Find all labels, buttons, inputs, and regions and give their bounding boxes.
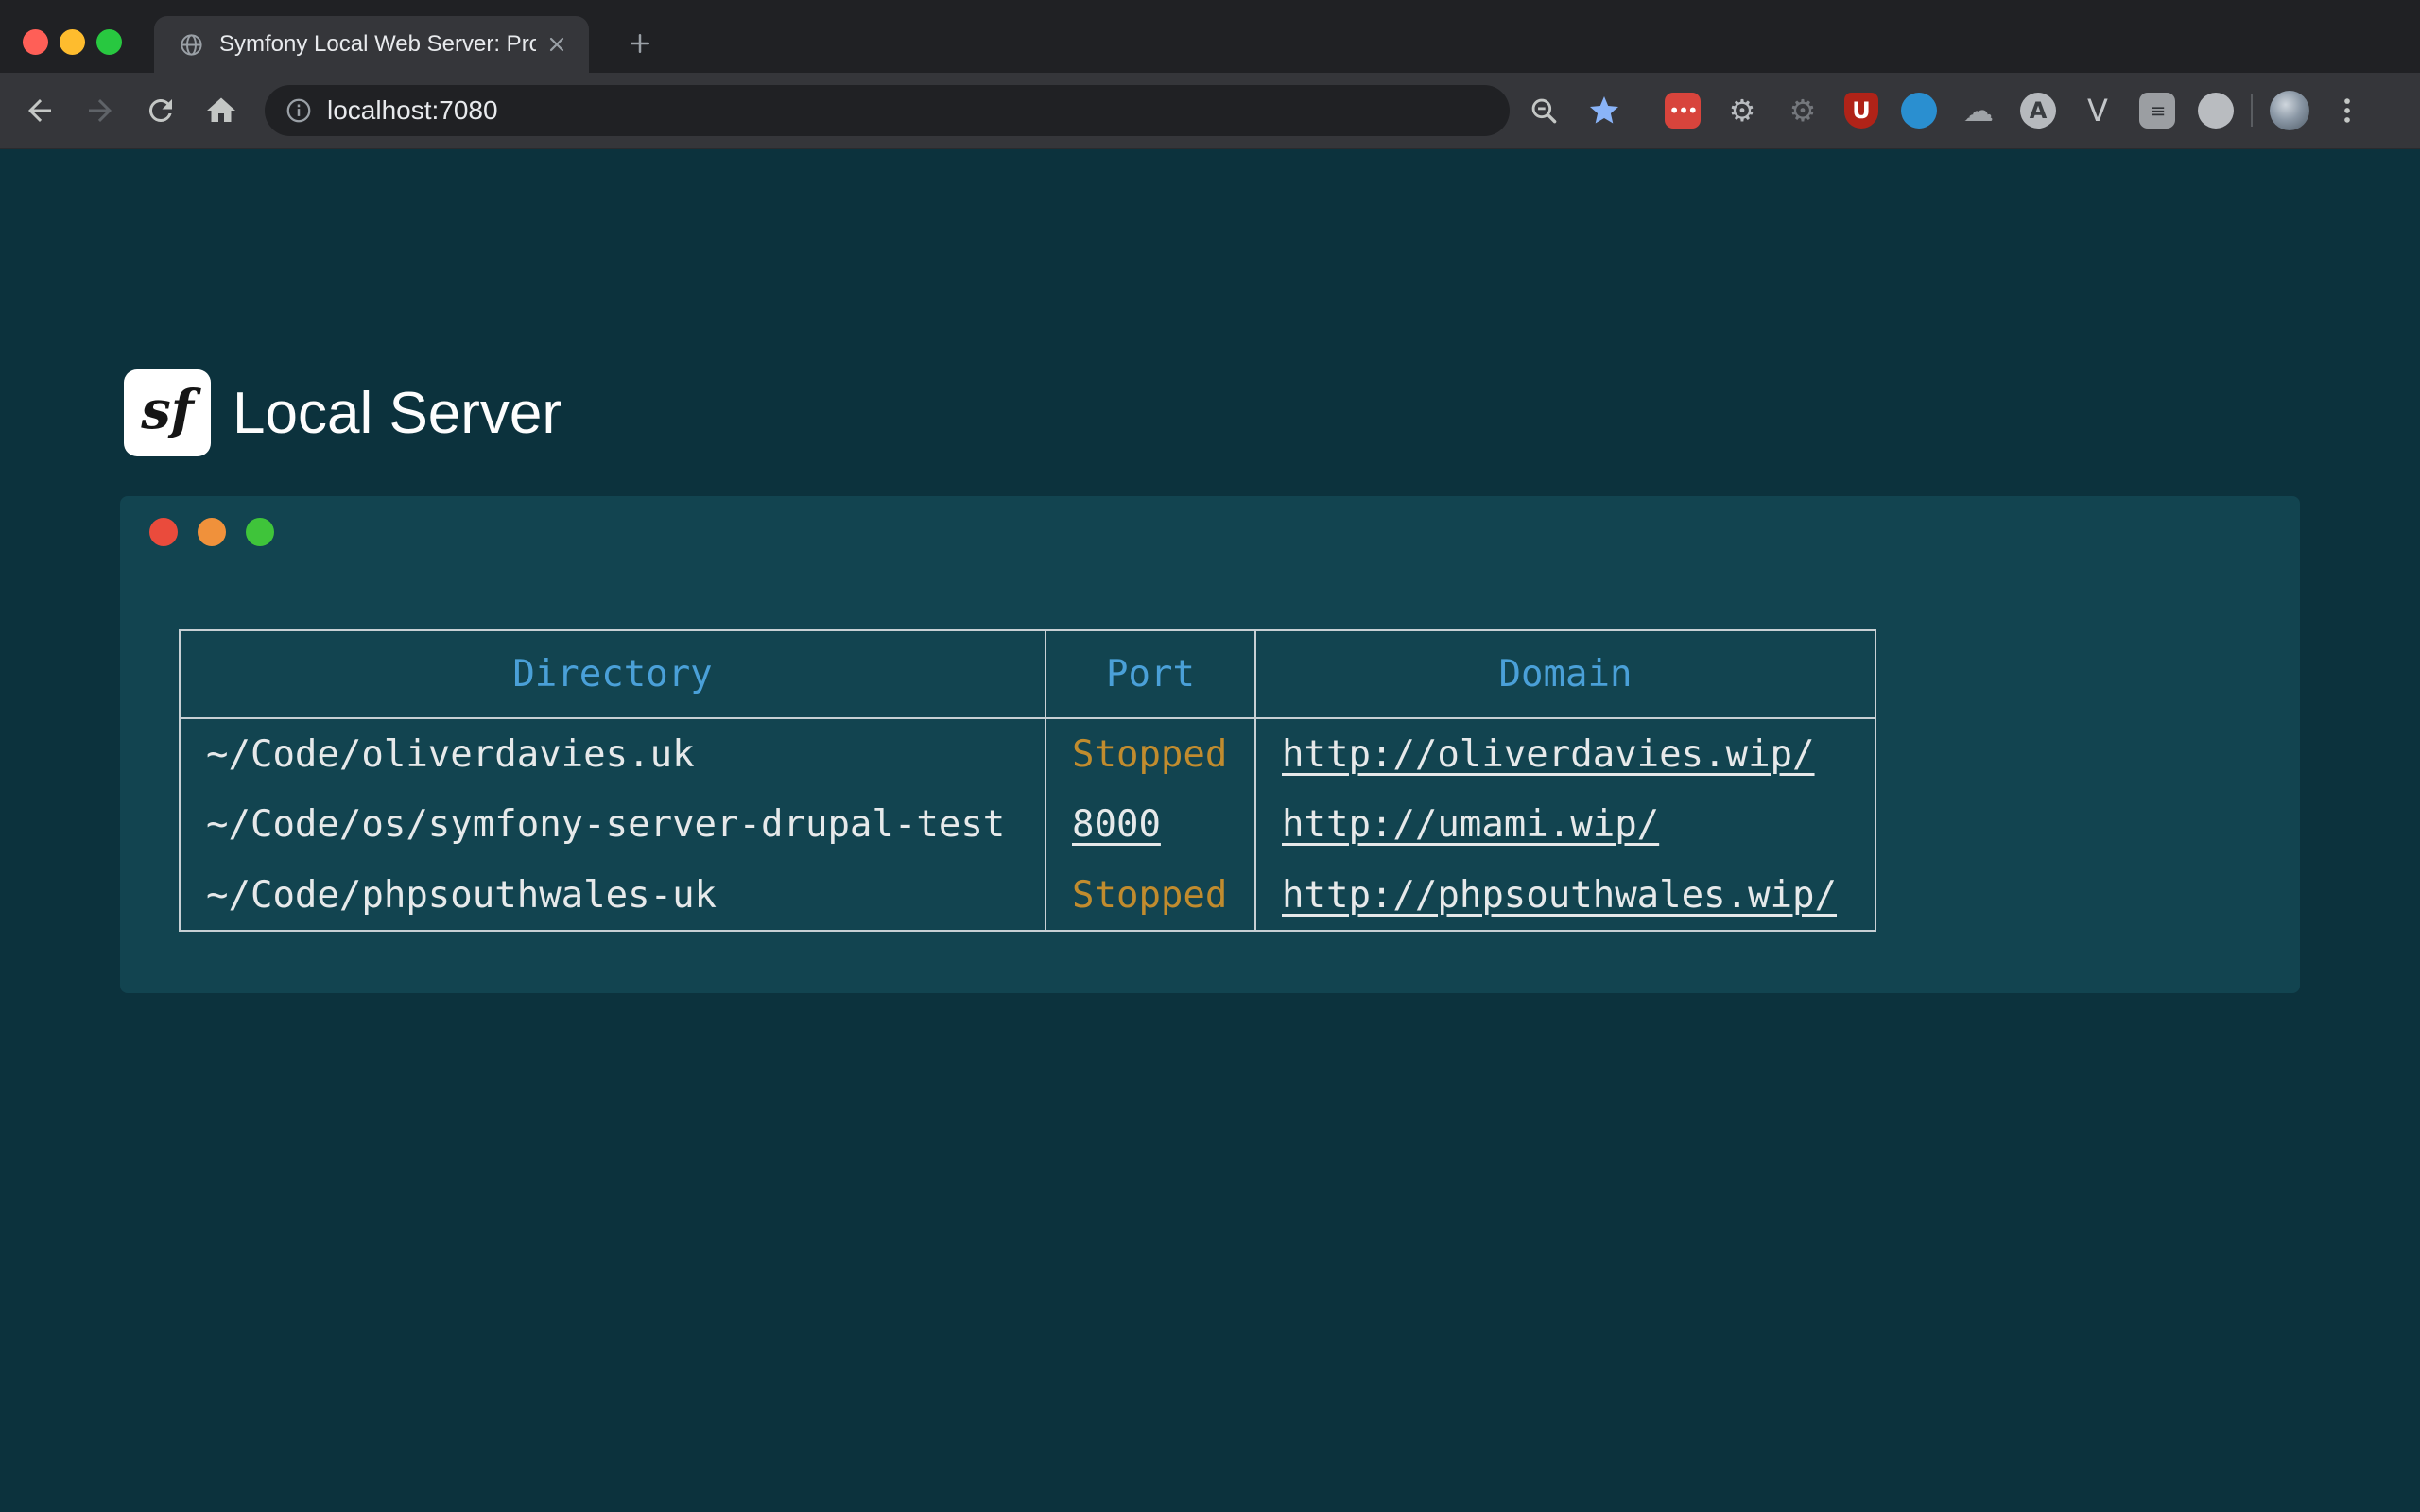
fullscreen-window-button[interactable] bbox=[96, 29, 122, 55]
tab-close-icon[interactable] bbox=[544, 31, 570, 58]
profile-avatar[interactable] bbox=[2270, 91, 2309, 130]
back-button[interactable] bbox=[15, 86, 64, 135]
servers-table: Directory Port Domain ~/Code/oliverdavie… bbox=[179, 629, 1876, 932]
extension-letter-v-icon[interactable]: V bbox=[2079, 92, 2117, 129]
extension-letter-a-icon[interactable]: A bbox=[2020, 93, 2056, 129]
title-bar: Symfony Local Web Server: Prox bbox=[0, 0, 2420, 73]
brand-header: sf Local Server bbox=[124, 369, 562, 456]
port-cell: 8000 bbox=[1046, 789, 1255, 860]
directory-cell: ~/Code/phpsouthwales-uk bbox=[180, 860, 1046, 931]
home-button[interactable] bbox=[197, 86, 246, 135]
extension-grid-icon[interactable]: ≡ bbox=[2139, 93, 2175, 129]
extension-ublock-icon[interactable]: U bbox=[1844, 93, 1878, 129]
close-window-button[interactable] bbox=[23, 29, 48, 55]
column-header-port: Port bbox=[1046, 630, 1255, 718]
terminal-dots bbox=[149, 518, 274, 546]
window-controls bbox=[23, 29, 122, 55]
domain-link[interactable]: http://phpsouthwales.wip/ bbox=[1282, 874, 1837, 917]
port-status: Stopped bbox=[1072, 874, 1227, 917]
url-text: localhost:7080 bbox=[327, 95, 498, 126]
domain-cell: http://phpsouthwales.wip/ bbox=[1255, 860, 1876, 931]
reload-button[interactable] bbox=[136, 86, 185, 135]
tab-title: Symfony Local Web Server: Prox bbox=[219, 31, 536, 58]
extension-gear-dark-icon[interactable]: ⚙ bbox=[1784, 92, 1822, 129]
extension-dots-icon[interactable]: ••• bbox=[1665, 93, 1701, 129]
symfony-logo-text: sf bbox=[141, 379, 194, 441]
browser-menu-icon[interactable] bbox=[2323, 86, 2372, 135]
table-row: ~/Code/oliverdavies.uk Stopped http://oliv… bbox=[180, 718, 1876, 789]
bookmark-star-icon[interactable] bbox=[1580, 86, 1629, 135]
domain-link[interactable]: http://oliverdavies.wip/ bbox=[1282, 733, 1815, 776]
symfony-logo: sf bbox=[124, 369, 211, 456]
column-header-domain: Domain bbox=[1255, 630, 1876, 718]
extensions-area: ••• ⚙ ⚙ U ☁ AV ≡ bbox=[1665, 92, 2234, 129]
port-link[interactable]: 8000 bbox=[1072, 803, 1161, 846]
extension-blue-circle-icon[interactable] bbox=[1901, 93, 1937, 129]
terminal-red-dot bbox=[149, 518, 178, 546]
forward-button[interactable] bbox=[76, 86, 125, 135]
address-bar[interactable]: localhost:7080 bbox=[265, 85, 1510, 136]
zoom-indicator-icon[interactable] bbox=[1519, 86, 1568, 135]
table-row: ~/Code/phpsouthwales-uk Stopped http://php… bbox=[180, 860, 1876, 931]
tab-favicon-globe-icon bbox=[179, 32, 204, 58]
extension-gear-icon[interactable]: ⚙ bbox=[1723, 92, 1761, 129]
domain-link[interactable]: http://umami.wip/ bbox=[1282, 803, 1659, 846]
browser-toolbar: localhost:7080 ••• ⚙ ⚙ U ☁ AV ≡ bbox=[0, 73, 2420, 149]
table-row: ~/Code/os/symfony-server-drupal-test 8000… bbox=[180, 789, 1876, 860]
browser-window: Symfony Local Web Server: Prox bbox=[0, 0, 2420, 149]
browser-tab[interactable]: Symfony Local Web Server: Prox bbox=[154, 16, 589, 73]
page-content: sf Local Server Directory Port Domain ~/… bbox=[0, 149, 2420, 1512]
extension-cloud-icon[interactable]: ☁ bbox=[1960, 92, 1997, 129]
port-status: Stopped bbox=[1072, 733, 1227, 776]
extension-octocat-icon[interactable] bbox=[2198, 93, 2234, 129]
directory-cell: ~/Code/oliverdavies.uk bbox=[180, 718, 1046, 789]
column-header-directory: Directory bbox=[180, 630, 1046, 718]
new-tab-button[interactable] bbox=[619, 23, 661, 64]
terminal-green-dot bbox=[246, 518, 274, 546]
domain-cell: http://oliverdavies.wip/ bbox=[1255, 718, 1876, 789]
terminal-orange-dot bbox=[198, 518, 226, 546]
minimize-window-button[interactable] bbox=[60, 29, 85, 55]
directory-cell: ~/Code/os/symfony-server-drupal-test bbox=[180, 789, 1046, 860]
page-title: Local Server bbox=[233, 380, 562, 447]
domain-cell: http://umami.wip/ bbox=[1255, 789, 1876, 860]
server-panel: Directory Port Domain ~/Code/oliverdavie… bbox=[120, 496, 2300, 993]
table-header-row: Directory Port Domain bbox=[180, 630, 1876, 718]
site-info-icon[interactable] bbox=[284, 95, 314, 126]
toolbar-divider bbox=[2251, 94, 2253, 127]
port-cell: Stopped bbox=[1046, 718, 1255, 789]
port-cell: Stopped bbox=[1046, 860, 1255, 931]
